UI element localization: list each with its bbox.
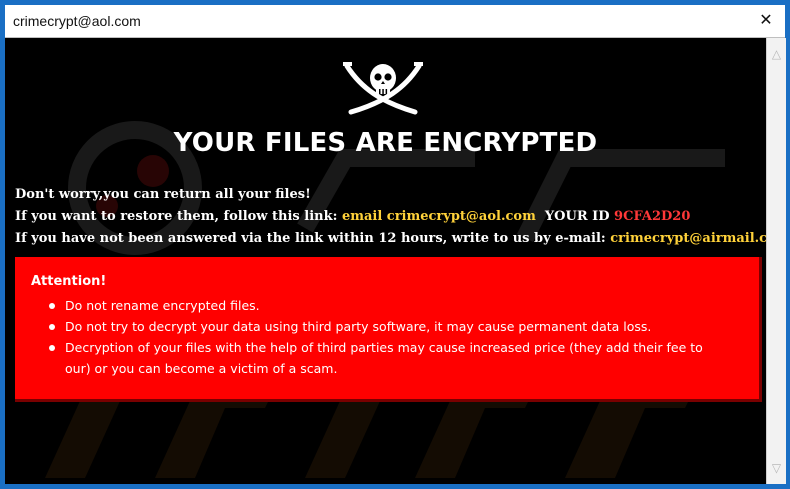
bullet-icon bbox=[49, 345, 55, 351]
list-item: Do not rename encrypted files. bbox=[31, 295, 731, 316]
attention-list: Do not rename encrypted files. Do not tr… bbox=[31, 295, 731, 379]
bullet-icon bbox=[49, 324, 55, 330]
window-title: crimecrypt@aol.com bbox=[13, 13, 141, 29]
attention-title: Attention! bbox=[31, 274, 107, 289]
page-title: YOUR FILES ARE ENCRYPTED bbox=[173, 128, 598, 158]
close-icon: ✕ bbox=[759, 12, 773, 29]
skull-crossed-swords-icon bbox=[343, 62, 423, 115]
chevron-down-icon[interactable]: ▽ bbox=[767, 458, 786, 478]
list-item-text: Decryption of your files with the help o… bbox=[65, 340, 703, 376]
reassurance-text: Don't worry,you can return all your file… bbox=[15, 187, 311, 202]
ransom-note-panel: YOUR FILES ARE ENCRYPTED Don't worry,you… bbox=[5, 38, 766, 484]
list-item: Decryption of your files with the help o… bbox=[31, 337, 731, 379]
restore-instructions: If you want to restore them, follow this… bbox=[15, 209, 690, 224]
app-window: crimecrypt@aol.com ✕ YOUR FILES ARE ENCR… bbox=[0, 0, 790, 489]
fallback-contact: If you have not been answered via the li… bbox=[15, 231, 766, 246]
list-item-text: Do not rename encrypted files. bbox=[65, 298, 260, 313]
list-item-text: Do not try to decrypt your data using th… bbox=[65, 319, 652, 334]
list-item: Do not try to decrypt your data using th… bbox=[31, 316, 731, 337]
fallback-email: crimecrypt@airmail.cc bbox=[610, 231, 766, 246]
victim-id: 9CFA2D20 bbox=[614, 209, 691, 224]
vertical-scrollbar[interactable]: △ ▽ bbox=[766, 38, 786, 484]
restore-label: If you want to restore them, follow this… bbox=[15, 209, 342, 224]
email-link[interactable]: email crimecrypt@aol.com bbox=[342, 209, 536, 224]
bullet-icon bbox=[49, 303, 55, 309]
close-button[interactable]: ✕ bbox=[753, 8, 779, 34]
title-bar: crimecrypt@aol.com ✕ bbox=[5, 5, 785, 38]
attention-box: Attention! Do not rename encrypted files… bbox=[15, 257, 762, 402]
chevron-up-icon[interactable]: △ bbox=[767, 44, 786, 64]
id-label: YOUR ID bbox=[535, 209, 615, 224]
fallback-label: If you have not been answered via the li… bbox=[15, 231, 611, 246]
